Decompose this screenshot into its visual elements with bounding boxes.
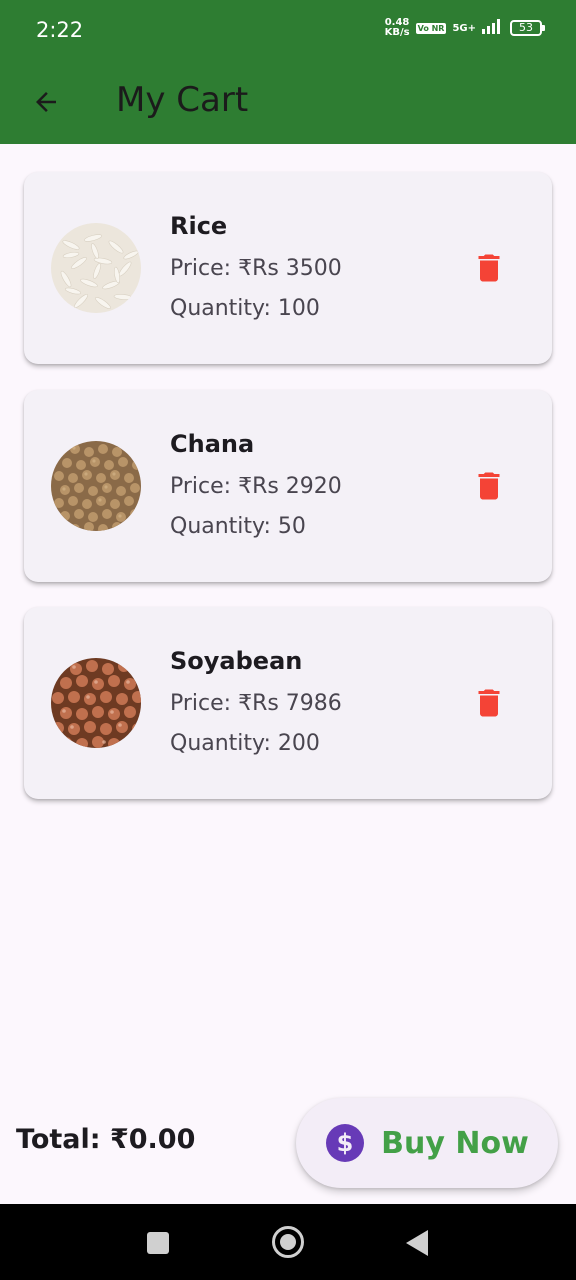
- battery-icon: 53: [510, 20, 545, 36]
- item-quantity: Quantity: 100: [170, 296, 320, 321]
- product-image: [51, 223, 141, 313]
- item-price: Price: ₹Rs 7986: [170, 691, 342, 716]
- item-name: Rice: [170, 212, 228, 240]
- volte-icon: Vo NR: [415, 22, 447, 34]
- product-image: [51, 658, 141, 748]
- item-name: Soyabean: [170, 647, 303, 675]
- signal-icon: [482, 18, 504, 38]
- net-speed-unit: KB/s: [384, 27, 410, 38]
- item-quantity: Quantity: 200: [170, 731, 320, 756]
- cart-total: Total: ₹0.00: [16, 1124, 196, 1155]
- dollar-circle-icon: $: [326, 1124, 365, 1162]
- back-triangle-icon[interactable]: [406, 1230, 428, 1256]
- status-icons: 0.48 KB/s Vo NR 5G+ 53: [385, 18, 545, 38]
- trash-icon: [478, 689, 500, 717]
- delete-item-button[interactable]: [469, 462, 509, 510]
- network-type: 5G+: [452, 22, 476, 34]
- cart-item-card: Rice Price: ₹Rs 3500 Quantity: 100: [24, 172, 552, 364]
- item-price: Price: ₹Rs 2920: [170, 474, 342, 499]
- delete-item-button[interactable]: [469, 679, 509, 727]
- delete-item-button[interactable]: [469, 244, 509, 292]
- product-image: [51, 441, 141, 531]
- page-title: My Cart: [116, 80, 249, 120]
- status-time: 2:22: [36, 18, 84, 42]
- buy-now-label: Buy Now: [381, 1125, 529, 1161]
- item-name: Chana: [170, 430, 255, 458]
- item-price: Price: ₹Rs 3500: [170, 256, 342, 281]
- trash-icon: [478, 254, 500, 282]
- buy-now-button[interactable]: $ Buy Now: [296, 1098, 558, 1188]
- svg-text:$: $: [337, 1129, 354, 1157]
- system-nav-bar: [0, 1204, 576, 1280]
- app-bar: My Cart: [0, 62, 576, 144]
- status-bar: 2:22 0.48 KB/s Vo NR 5G+ 53: [0, 0, 576, 62]
- cart-item-card: Soyabean Price: ₹Rs 7986 Quantity: 200: [24, 607, 552, 799]
- network-speed: 0.48 KB/s: [385, 18, 410, 38]
- arrow-left-icon: [36, 92, 56, 112]
- item-quantity: Quantity: 50: [170, 514, 306, 539]
- recents-square-icon[interactable]: [147, 1232, 169, 1254]
- back-button[interactable]: [22, 78, 70, 126]
- home-circle-icon[interactable]: [272, 1226, 304, 1258]
- trash-icon: [478, 472, 500, 500]
- cart-item-card: Chana Price: ₹Rs 2920 Quantity: 50: [24, 390, 552, 582]
